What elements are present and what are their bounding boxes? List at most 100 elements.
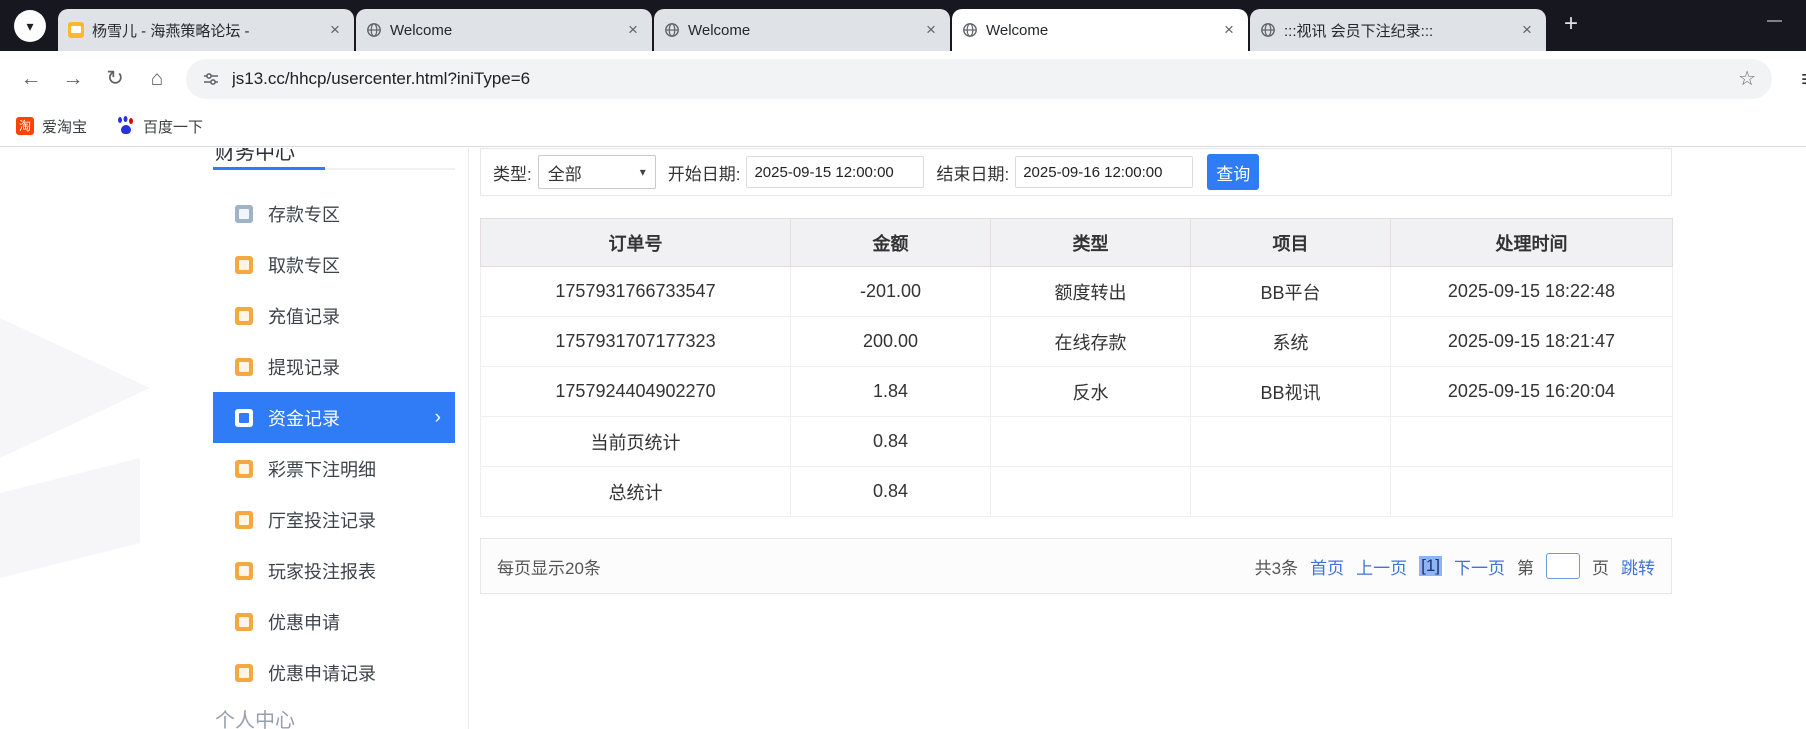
browser-tab[interactable]: Welcome ×	[356, 9, 652, 51]
funds-record-icon	[235, 408, 253, 427]
cell-empty	[1190, 416, 1391, 467]
bookmark-label: 百度一下	[143, 118, 204, 136]
table-header-row: 订单号 金额 类型 项目 处理时间	[480, 218, 1673, 267]
new-tab-button[interactable]: +	[1564, 11, 1578, 36]
tab-search-button[interactable]: ▾	[14, 10, 46, 42]
table-row: 1757931766733547 -201.00 额度转出 BB平台 2025-…	[480, 266, 1673, 317]
table-row-grand-total: 总统计 0.84	[480, 466, 1673, 517]
sidebar-section-finance: 财务中心	[213, 148, 455, 172]
cell-type: 在线存款	[990, 316, 1191, 367]
header-amount: 金额	[790, 218, 991, 267]
site-settings-icon[interactable]	[202, 70, 220, 88]
tab-title: Welcome	[688, 21, 751, 39]
cell-order-id: 1757931766733547	[480, 266, 791, 317]
close-icon[interactable]: ×	[922, 20, 940, 40]
cell-time: 2025-09-15 18:21:47	[1390, 316, 1673, 367]
cell-empty	[990, 466, 1191, 517]
filter-bar: 类型: 全部 ▾ 开始日期: 结束日期: 查询	[480, 148, 1672, 196]
start-date-input[interactable]	[746, 156, 925, 188]
lottery-bets-icon	[235, 459, 253, 478]
minimize-icon[interactable]: —	[1767, 12, 1782, 29]
withdraw-icon	[235, 255, 253, 274]
header-time: 处理时间	[1390, 218, 1673, 267]
chevron-right-icon: ›	[434, 406, 441, 428]
cell-amount: -201.00	[790, 266, 991, 317]
search-button[interactable]: 查询	[1207, 154, 1260, 190]
forward-icon[interactable]: →	[52, 58, 94, 100]
close-icon[interactable]: ×	[1220, 20, 1238, 40]
sidebar-item-promo-apply[interactable]: 优惠申请	[213, 596, 455, 647]
home-icon[interactable]: ⌂	[136, 58, 178, 100]
cell-empty	[1190, 466, 1391, 517]
bookmark-baidu[interactable]: 百度一下	[117, 116, 203, 137]
close-icon[interactable]: ×	[1518, 20, 1536, 40]
sidebar-item-deposit[interactable]: 存款专区	[213, 188, 455, 239]
sidebar-item-label: 优惠申请记录	[268, 663, 376, 684]
browser-tab[interactable]: 杨雪儿 - 海燕策略论坛 - ×	[58, 9, 354, 51]
sidebar-menu: 存款专区 取款专区 充值记录 提现记录 资金记录 › 彩票下注明细 厅室投注记录…	[213, 188, 455, 698]
main-panel: 类型: 全部 ▾ 开始日期: 结束日期: 查询 订单号 金额 类型 项目	[480, 148, 1673, 594]
sidebar-item-label: 优惠申请	[268, 612, 340, 633]
browser-tab-active[interactable]: Welcome ×	[952, 9, 1248, 51]
back-icon[interactable]: ←	[10, 58, 52, 100]
bookmark-star-icon[interactable]: ☆	[1738, 66, 1756, 91]
end-date-input[interactable]	[1015, 156, 1194, 188]
cell-empty	[1390, 416, 1673, 467]
player-report-icon	[235, 561, 253, 580]
sidebar-item-player-report[interactable]: 玩家投注报表	[213, 545, 455, 596]
forum-favicon-icon	[68, 22, 84, 38]
tab-strip: ▾ 杨雪儿 - 海燕策略论坛 - × Welcome × Welcome × W…	[0, 0, 1806, 51]
globe-favicon-icon	[963, 23, 977, 37]
sidebar-item-label: 玩家投注报表	[268, 561, 376, 582]
start-date-label: 开始日期:	[667, 164, 741, 184]
sidebar-item-label: 提现记录	[268, 357, 340, 378]
cell-empty	[1390, 466, 1673, 517]
bookmarks-bar: 淘 爱淘宝 百度一下	[0, 106, 1806, 147]
bookmark-taobao[interactable]: 淘 爱淘宝	[16, 116, 87, 137]
tab-title: Welcome	[390, 21, 453, 39]
type-label: 类型:	[493, 164, 532, 184]
cell-amount: 1.84	[790, 366, 991, 417]
type-select[interactable]: 全部 ▾	[537, 155, 656, 189]
address-bar[interactable]: js13.cc/hhcp/usercenter.html?iniType=6 ☆	[186, 58, 1772, 99]
chevron-down-icon: ▾	[26, 17, 34, 34]
next-page-link[interactable]: 下一页	[1454, 554, 1505, 579]
table-row-page-total: 当前页统计 0.84	[480, 416, 1673, 467]
prev-page-link[interactable]: 上一页	[1356, 554, 1407, 579]
browser-tab[interactable]: Welcome ×	[654, 9, 950, 51]
sidebar-item-label: 资金记录	[268, 408, 340, 429]
globe-favicon-icon	[665, 23, 679, 37]
jump-suffix-text: 页	[1592, 558, 1609, 578]
page-number-input[interactable]	[1546, 553, 1580, 579]
sidebar-item-room-bets[interactable]: 厅室投注记录	[213, 494, 455, 545]
sidebar-item-recharge-record[interactable]: 充值记录	[213, 290, 455, 341]
sidebar-item-lottery-bets[interactable]: 彩票下注明细	[213, 443, 455, 494]
page-size-text: 每页显示20条	[497, 558, 601, 578]
room-bets-icon	[235, 510, 253, 529]
sidebar-item-funds-record[interactable]: 资金记录 ›	[213, 392, 455, 443]
decor-triangle	[0, 458, 140, 583]
close-icon[interactable]: ×	[326, 20, 344, 40]
url-text: js13.cc/hhcp/usercenter.html?iniType=6	[232, 68, 531, 88]
table-row: 1757931707177323 200.00 在线存款 系统 2025-09-…	[480, 316, 1673, 367]
jump-action-link[interactable]: 跳转	[1621, 554, 1655, 579]
sidebar-item-cashout-record[interactable]: 提现记录	[213, 341, 455, 392]
sidebar-section-personal: 个人中心	[215, 710, 295, 729]
first-page-link[interactable]: 首页	[1310, 554, 1344, 579]
chevron-down-icon: ▾	[639, 165, 646, 179]
cell-order-id: 1757924404902270	[480, 366, 791, 417]
cell-order-id: 1757931707177323	[480, 316, 791, 367]
browser-menu-icon[interactable]: ≡	[1801, 66, 1806, 94]
reload-icon[interactable]: ↻	[94, 58, 136, 100]
browser-toolbar: ← → ↻ ⌂ js13.cc/hhcp/usercenter.html?ini…	[0, 51, 1806, 106]
sidebar-item-promo-record[interactable]: 优惠申请记录	[213, 647, 455, 698]
sidebar-item-label: 厅室投注记录	[268, 510, 376, 531]
jump-prefix-text: 第	[1517, 558, 1534, 578]
close-icon[interactable]: ×	[624, 20, 642, 40]
browser-tab[interactable]: :::视讯 会员下注纪录::: ×	[1250, 9, 1546, 51]
sidebar-item-withdraw[interactable]: 取款专区	[213, 239, 455, 290]
bookmark-label: 爱淘宝	[42, 118, 88, 136]
cell-amount: 200.00	[790, 316, 991, 367]
cell-project: 系统	[1190, 316, 1391, 367]
cell-project: BB视讯	[1190, 366, 1391, 417]
